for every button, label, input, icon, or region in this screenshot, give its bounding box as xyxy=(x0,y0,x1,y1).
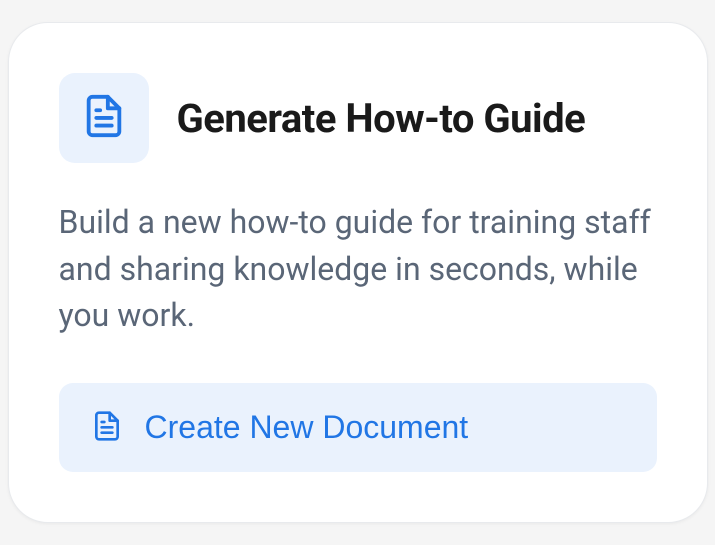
card-header: Generate How-to Guide xyxy=(59,73,657,163)
card-description: Build a new how-to guide for training st… xyxy=(59,199,657,338)
button-label: Create New Document xyxy=(145,409,469,446)
document-icon xyxy=(91,410,123,445)
header-icon-box xyxy=(59,73,149,163)
create-document-button[interactable]: Create New Document xyxy=(59,383,657,472)
guide-card: Generate How-to Guide Build a new how-to… xyxy=(8,22,708,522)
document-icon xyxy=(81,93,127,143)
card-title: Generate How-to Guide xyxy=(177,95,586,142)
